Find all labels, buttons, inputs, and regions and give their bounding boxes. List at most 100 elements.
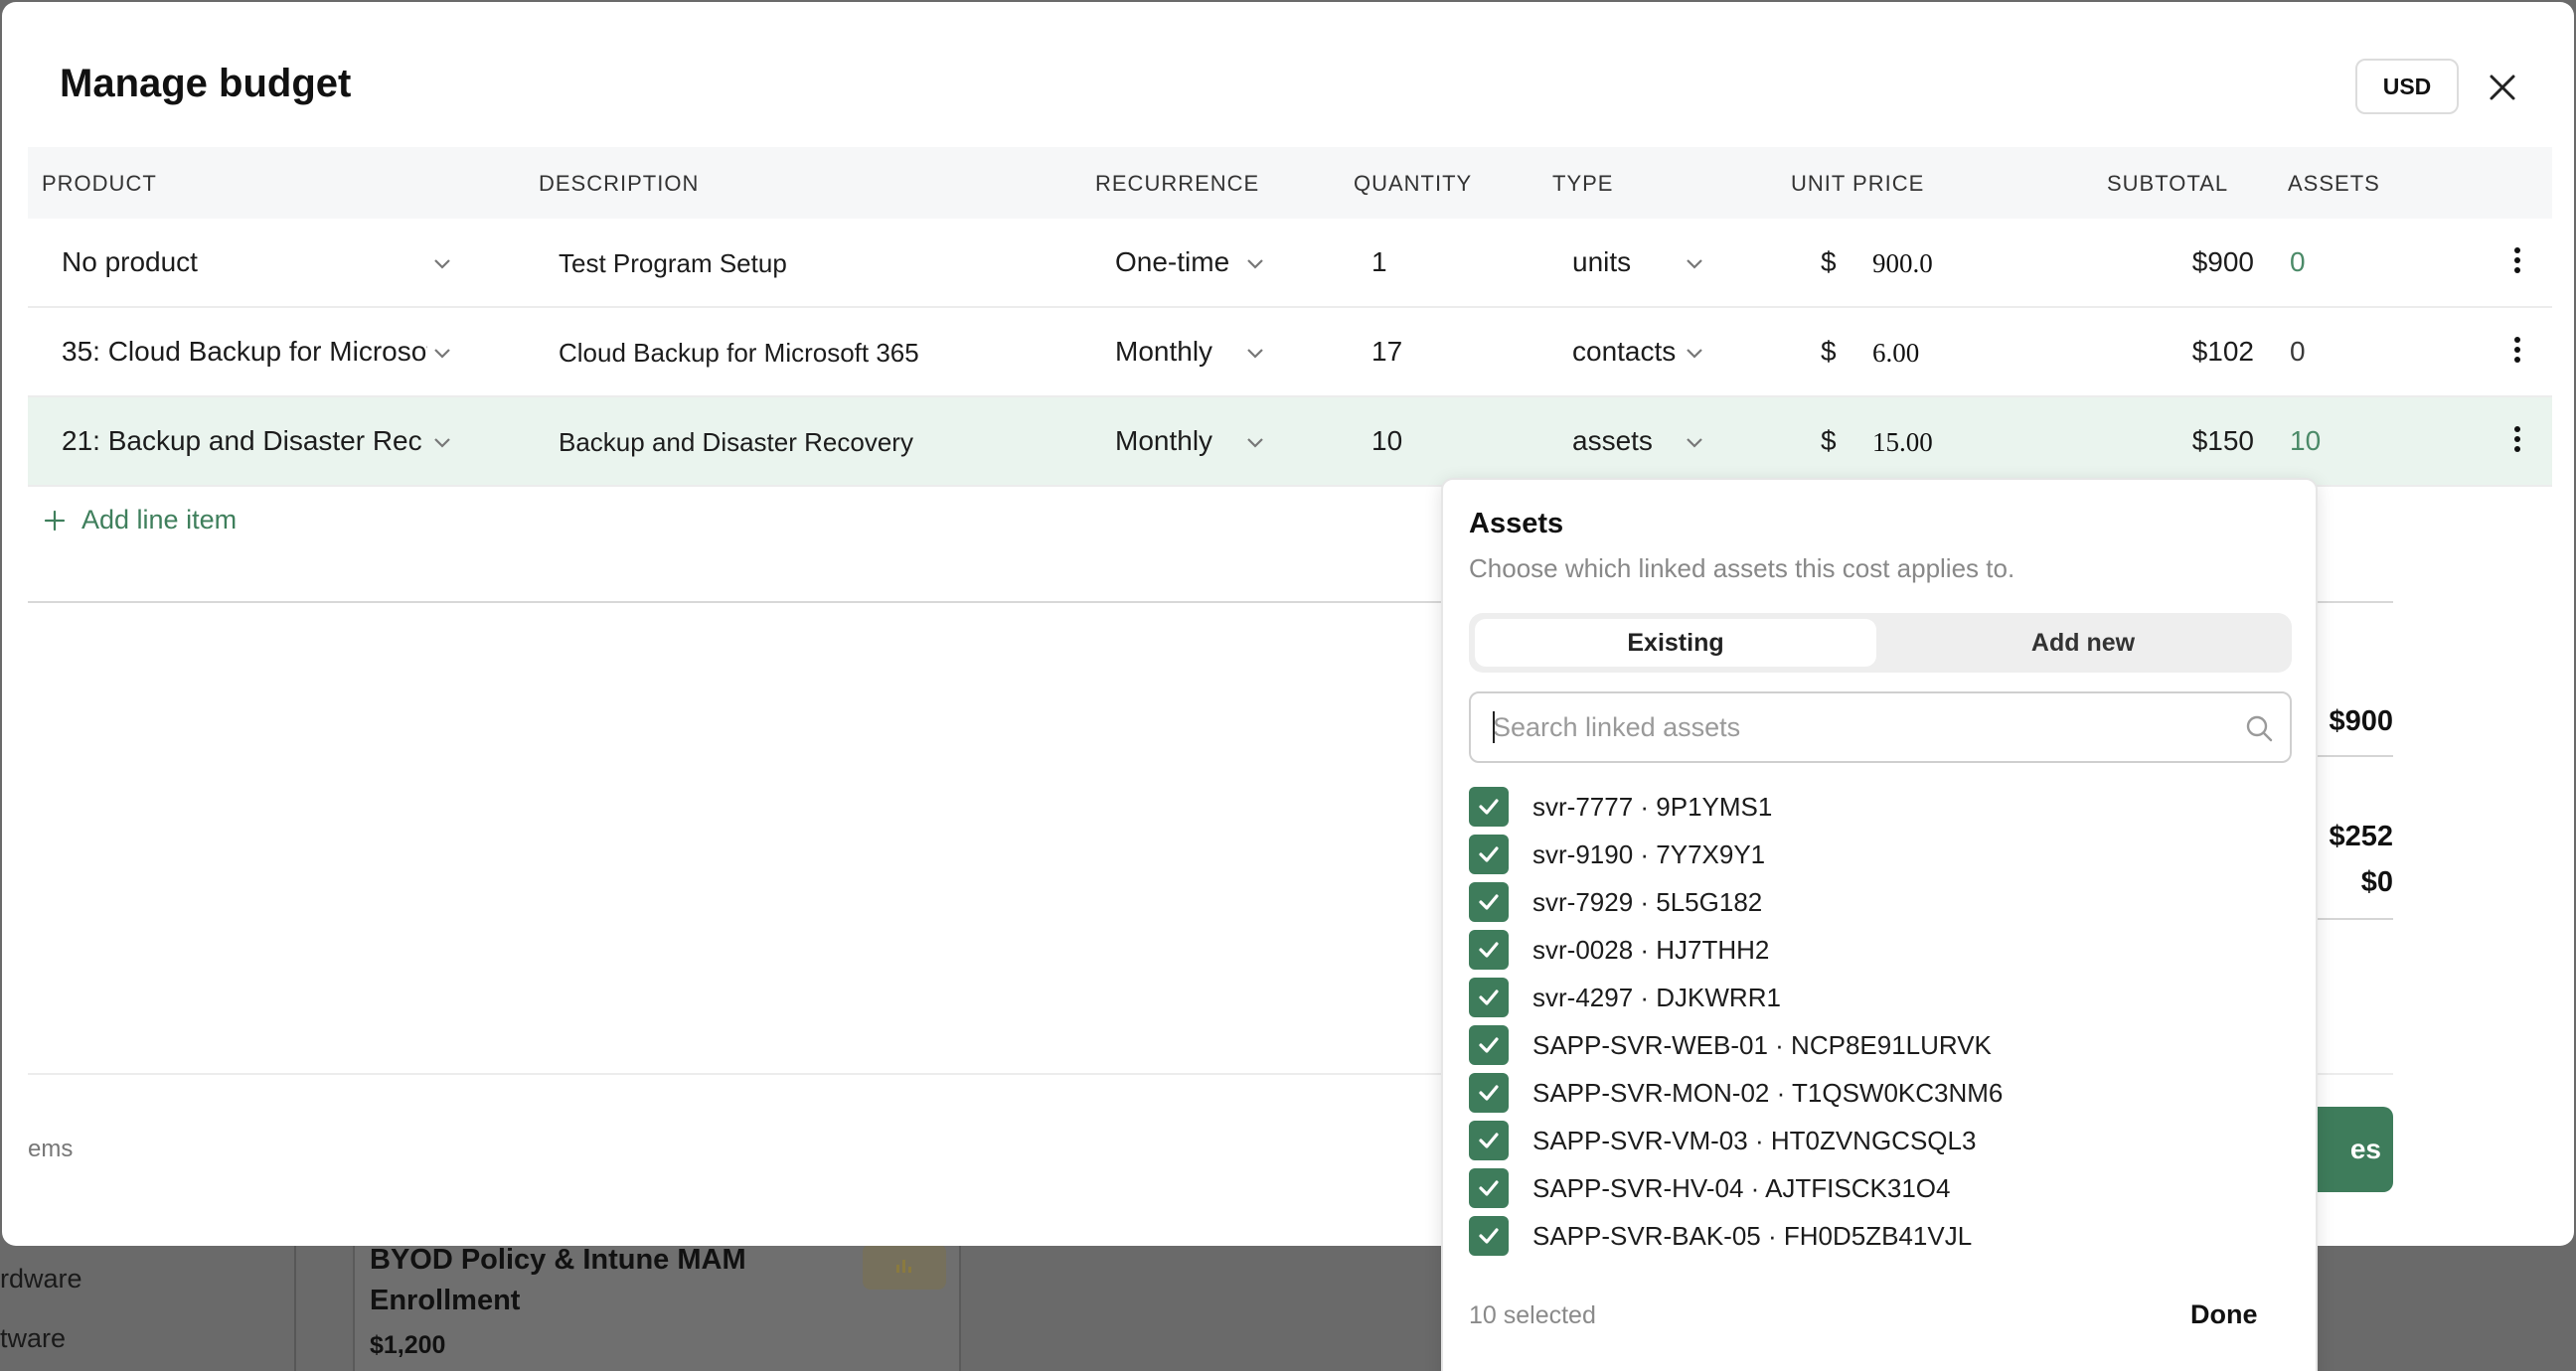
column-header-description: DESCRIPTION — [539, 171, 700, 196]
chevron-down-icon[interactable] — [1684, 252, 1705, 274]
close-icon — [2490, 75, 2515, 100]
recurrence-select[interactable]: One-time — [1115, 246, 1229, 278]
chevron-down-icon[interactable] — [1244, 342, 1266, 364]
search-input[interactable] — [1493, 695, 2208, 759]
sidebar-divider — [294, 1242, 296, 1371]
asset-option[interactable]: SAPP-SVR-VM-03 · HT0ZVNGCSQL3 — [1469, 1121, 1976, 1160]
checkbox-checked-icon[interactable] — [1469, 1168, 1509, 1208]
subtotal-value: $150 — [2191, 425, 2254, 456]
row-menu-icon[interactable] — [2512, 426, 2522, 460]
asset-option-label: SAPP-SVR-HV-04 · AJTFISCK31O4 — [1532, 1172, 1951, 1203]
asset-option-label: SAPP-SVR-VM-03 · HT0ZVNGCSQL3 — [1532, 1125, 1977, 1155]
subtotal-value: $900 — [2191, 246, 2254, 277]
asset-option[interactable]: SAPP-SVR-BAK-05 · FH0D5ZB41VJL — [1469, 1216, 1972, 1256]
close-button[interactable] — [2479, 64, 2526, 111]
asset-option[interactable]: SAPP-SVR-MON-02 · T1QSW0KC3NM6 — [1469, 1073, 2003, 1113]
asset-option[interactable]: SAPP-SVR-WEB-01 · NCP8E91LURVK — [1469, 1025, 1992, 1065]
column-header-recurrence: RECURRENCE — [1095, 171, 1260, 196]
popover-title: Assets — [1469, 508, 1564, 539]
chevron-down-icon[interactable] — [431, 431, 453, 453]
done-button[interactable]: Done — [2190, 1299, 2258, 1330]
currency-symbol: $ — [1821, 425, 1837, 456]
tab-existing[interactable]: Existing — [1475, 619, 1876, 667]
asset-option-label: SAPP-SVR-MON-02 · T1QSW0KC3NM6 — [1532, 1077, 2004, 1108]
description-input[interactable]: Cloud Backup for Microsoft 365 — [559, 338, 919, 369]
checkbox-checked-icon[interactable] — [1469, 930, 1509, 970]
sidebar-item-hardware[interactable]: rdware — [0, 1264, 82, 1295]
program-card-title: BYOD Policy & Intune MAM Enrollment — [370, 1244, 746, 1316]
assets-popover: Assets Choose which linked assets this c… — [1441, 478, 2318, 1371]
chevron-down-icon[interactable] — [1684, 342, 1705, 364]
asset-option-label: svr-7777 · 9P1YMS1 — [1532, 791, 1773, 822]
description-input[interactable]: Backup and Disaster Recovery — [559, 427, 913, 458]
quantity-input[interactable]: 17 — [1371, 336, 1402, 368]
type-select[interactable]: units — [1572, 246, 1682, 278]
asset-option[interactable]: SAPP-SVR-HV-04 · AJTFISCK31O4 — [1469, 1168, 1950, 1208]
checkbox-checked-icon[interactable] — [1469, 1121, 1509, 1160]
asset-option[interactable]: svr-7777 · 9P1YMS1 — [1469, 787, 1772, 827]
checkbox-checked-icon[interactable] — [1469, 835, 1509, 874]
asset-option-label: svr-4297 · DJKWRR1 — [1532, 982, 1781, 1012]
quantity-input[interactable]: 1 — [1371, 246, 1387, 278]
asset-option-label: svr-0028 · HJ7THH2 — [1532, 934, 1770, 965]
checkbox-checked-icon[interactable] — [1469, 1073, 1509, 1113]
footer-item-count: ems — [28, 1136, 74, 1162]
text-caret — [1493, 711, 1495, 743]
assets-count-link[interactable]: 0 — [2290, 246, 2306, 278]
asset-option[interactable]: svr-4297 · DJKWRR1 — [1469, 978, 1781, 1017]
description-input[interactable]: Test Program Setup — [559, 248, 787, 279]
unit-price-input[interactable]: 900.00 — [1872, 248, 1932, 279]
checkbox-checked-icon[interactable] — [1469, 787, 1509, 827]
selected-count: 10 selected — [1469, 1301, 1596, 1329]
chevron-down-icon[interactable] — [1244, 252, 1266, 274]
asset-option-label: SAPP-SVR-BAK-05 · FH0D5ZB41VJL — [1532, 1220, 1973, 1251]
row-menu-icon[interactable] — [2512, 247, 2522, 281]
asset-option-label: SAPP-SVR-WEB-01 · NCP8E91LURVK — [1532, 1029, 1992, 1060]
segmented-control: Existing Add new — [1469, 613, 2292, 673]
column-header-unit-price: UNIT PRICE — [1791, 171, 1925, 196]
row-menu-icon[interactable] — [2512, 337, 2522, 371]
assets-count-link[interactable]: 10 — [2290, 425, 2321, 457]
product-select[interactable]: 35: Cloud Backup for Microsoft 365 — [62, 336, 427, 368]
plus-icon — [44, 510, 66, 531]
product-select[interactable]: No product — [62, 246, 439, 278]
table-row: 35: Cloud Backup for Microsoft 365 Cloud… — [28, 308, 2552, 397]
product-select[interactable]: 21: Backup and Disaster Recovery — [62, 425, 421, 457]
sidebar-item-software[interactable]: tware — [0, 1323, 66, 1354]
currency-button[interactable]: USD — [2355, 59, 2459, 114]
popover-subtitle: Choose which linked assets this cost app… — [1469, 553, 2015, 583]
unit-price-input[interactable]: 15.00 — [1872, 427, 1932, 458]
checkbox-checked-icon[interactable] — [1469, 882, 1509, 922]
recurrence-select[interactable]: Monthly — [1115, 336, 1212, 368]
column-header-quantity: QUANTITY — [1354, 171, 1473, 196]
recurrence-select[interactable]: Monthly — [1115, 425, 1212, 457]
unit-price-input[interactable]: 6.00 — [1872, 338, 1932, 369]
assets-count-link[interactable]: 0 — [2290, 336, 2306, 368]
search-box — [1469, 691, 2292, 763]
tab-add-new[interactable]: Add new — [1880, 619, 2286, 667]
chart-bar-icon — [863, 1244, 946, 1290]
add-line-item-label: Add line item — [81, 505, 238, 534]
program-card-price: $1,200 — [370, 1331, 446, 1359]
checkbox-checked-icon[interactable] — [1469, 1025, 1509, 1065]
search-icon — [2246, 715, 2273, 742]
asset-option[interactable]: svr-0028 · HJ7THH2 — [1469, 930, 1769, 970]
column-header-type: TYPE — [1552, 171, 1614, 196]
asset-option[interactable]: svr-9190 · 7Y7X9Y1 — [1469, 835, 1765, 874]
asset-option[interactable]: svr-7929 · 5L5G182 — [1469, 882, 1762, 922]
table-row: No product Test Program Setup One-time 1… — [28, 219, 2552, 308]
chevron-down-icon[interactable] — [431, 342, 453, 364]
quantity-input[interactable]: 10 — [1371, 425, 1402, 457]
type-select[interactable]: contacts — [1572, 336, 1682, 368]
type-select[interactable]: assets — [1572, 425, 1682, 457]
checkbox-checked-icon[interactable] — [1469, 978, 1509, 1017]
column-header-subtotal: SUBTOTAL — [2107, 171, 2229, 196]
chevron-down-icon[interactable] — [1244, 431, 1266, 453]
checkbox-checked-icon[interactable] — [1469, 1216, 1509, 1256]
add-line-item-button[interactable]: Add line item — [44, 505, 237, 535]
subtotal-value: $102 — [2191, 336, 2254, 367]
chevron-down-icon[interactable] — [431, 252, 453, 274]
asset-option-label: svr-7929 · 5L5G182 — [1532, 886, 1763, 917]
chevron-down-icon[interactable] — [1684, 431, 1705, 453]
table-row: 21: Backup and Disaster Recovery Backup … — [28, 397, 2552, 487]
